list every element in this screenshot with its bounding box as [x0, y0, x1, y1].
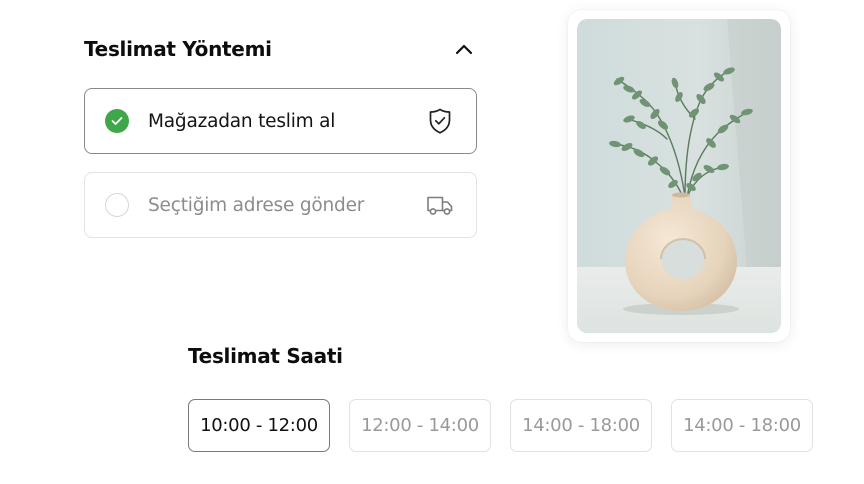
time-slot-button[interactable]: 14:00 - 18:00: [510, 399, 652, 452]
delivery-method-title: Teslimat Yöntemi: [84, 37, 272, 61]
shield-check-icon: [426, 107, 454, 135]
radio-checked[interactable]: [105, 109, 129, 133]
product-image-card: [568, 10, 790, 342]
delivery-options-page: Teslimat Yöntemi Mağazadan teslim al Seç…: [0, 0, 864, 484]
delivery-option-label: Seçtiğim adrese gönder: [148, 194, 365, 216]
time-slot-button[interactable]: 12:00 - 14:00: [349, 399, 491, 452]
chevron-up-icon: [455, 44, 473, 55]
radio-unchecked[interactable]: [105, 193, 129, 217]
time-slot-button[interactable]: 10:00 - 12:00: [188, 399, 330, 452]
delivery-option-ship-to-address[interactable]: Seçtiğim adrese gönder: [84, 172, 477, 238]
plant-in-vase-photo: [577, 19, 781, 333]
collapse-toggle-button[interactable]: [451, 36, 477, 62]
delivery-time-title: Teslimat Saati: [188, 344, 343, 368]
truck-icon: [426, 191, 454, 219]
time-slot-button[interactable]: 14:00 - 18:00: [671, 399, 813, 452]
delivery-method-header: Teslimat Yöntemi: [84, 34, 477, 64]
delivery-option-label: Mağazadan teslim al: [148, 110, 336, 132]
delivery-option-store-pickup[interactable]: Mağazadan teslim al: [84, 88, 477, 154]
check-icon: [111, 117, 123, 125]
time-slot-list: 10:00 - 12:00 12:00 - 14:00 14:00 - 18:0…: [188, 399, 813, 452]
